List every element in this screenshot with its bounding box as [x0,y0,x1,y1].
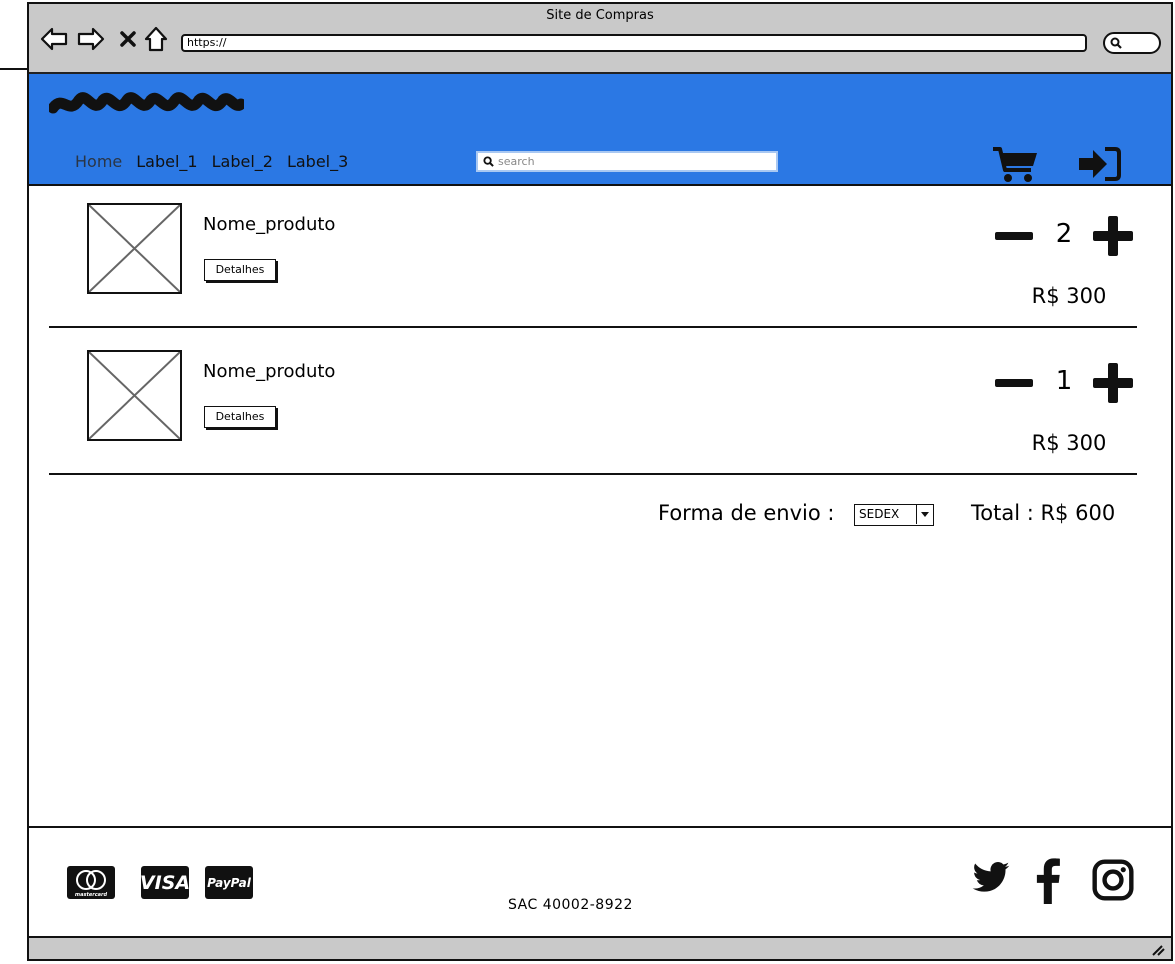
increase-quantity-button[interactable] [1093,363,1133,403]
cart-icon [993,147,1037,182]
quantity-value: 2 [1055,219,1073,249]
back-button[interactable] [39,24,69,54]
cart-button[interactable] [991,146,1039,188]
nav-label-2[interactable]: Label_2 [212,152,273,171]
facebook-icon[interactable] [1033,858,1063,908]
frame-stub [0,68,30,70]
instagram-icon[interactable] [1091,858,1135,906]
quantity-value: 1 [1055,366,1073,396]
home-button[interactable] [141,24,171,54]
login-button[interactable] [1077,146,1123,186]
product-image-placeholder [87,350,182,441]
nav-label-3[interactable]: Label_3 [287,152,348,171]
forward-button[interactable] [76,24,106,54]
paypal-icon: PayPal [205,866,253,899]
chevron-down-icon[interactable] [916,505,933,524]
logo-scribble [49,92,244,114]
item-price: R$ 300 [1031,284,1107,308]
search-placeholder: search [498,155,535,168]
url-bar[interactable]: https:// [181,34,1087,52]
item-divider [49,473,1137,475]
twitter-icon[interactable] [969,858,1013,902]
decrease-quantity-button[interactable] [995,232,1033,240]
cart-item: Nome_produto Detalhes 1 R$ 300 [29,335,1171,475]
visa-icon: VISA [140,866,190,899]
mastercard-label: mastercard [75,892,108,898]
increase-quantity-button[interactable] [1093,216,1133,256]
shipping-selected-value: SEDEX [859,507,900,521]
sign-in-icon [1079,147,1121,181]
order-total: Total : R$ 600 [971,501,1116,525]
site-footer: mastercard VISA PayPal SAC 40002-8922 [29,826,1171,936]
home-icon [144,26,168,52]
nav-home[interactable]: Home [75,152,122,171]
mastercard-icon: mastercard [67,866,115,899]
site-header: Home Label_1 Label_2 Label_3 search [29,74,1171,186]
forward-arrow-icon [77,27,105,51]
details-button[interactable]: Detalhes [204,259,276,281]
close-icon [120,31,136,47]
main-nav: Home Label_1 Label_2 Label_3 [75,152,362,171]
image-placeholder-icon [88,351,181,440]
image-placeholder-icon [88,204,181,293]
browser-window: Site de Compras https:// Home Label_1 La… [27,2,1173,961]
window-title: Site de Compras [546,8,654,23]
product-name: Nome_produto [203,361,336,382]
search-icon [1110,37,1122,49]
product-name: Nome_produto [203,214,336,235]
back-arrow-icon [40,27,68,51]
decrease-quantity-button[interactable] [995,379,1033,387]
search-input[interactable]: search [476,151,778,172]
item-divider [49,326,1137,328]
browser-title-bar: Site de Compras https:// [29,4,1171,74]
product-image-placeholder [87,203,182,294]
resize-grip-icon[interactable] [1151,944,1165,956]
browser-search-button[interactable] [1103,32,1161,54]
nav-label-1[interactable]: Label_1 [136,152,197,171]
browser-status-bar [29,936,1171,959]
shipping-method-select[interactable]: SEDEX [854,504,934,526]
search-icon [483,156,494,167]
sac-phone: SAC 40002-8922 [508,897,633,913]
item-price: R$ 300 [1031,431,1107,455]
shipping-label: Forma de envio : [658,501,835,525]
details-button[interactable]: Detalhes [204,406,276,428]
cart-item: Nome_produto Detalhes 2 R$ 300 [29,188,1171,328]
stop-button[interactable] [113,24,143,54]
